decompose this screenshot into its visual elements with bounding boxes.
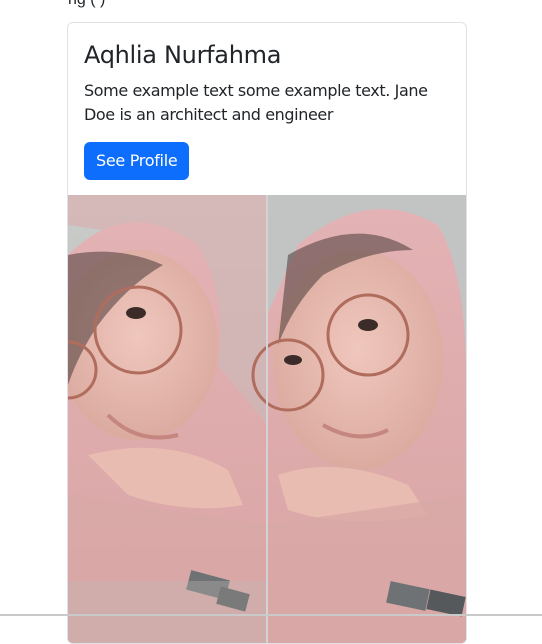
see-profile-button[interactable]: See Profile [84,142,190,180]
profile-photo [68,195,466,643]
profile-card: Aqhlia Nurfahma Some example text some e… [67,22,467,644]
cut-off-heading: ng ( ) [68,0,105,9]
card-title: Aqhlia Nurfahma [84,41,282,69]
card-text: Some example text some example text. Jan… [84,81,428,124]
card-body: Aqhlia Nurfahma Some example text some e… [68,23,466,180]
